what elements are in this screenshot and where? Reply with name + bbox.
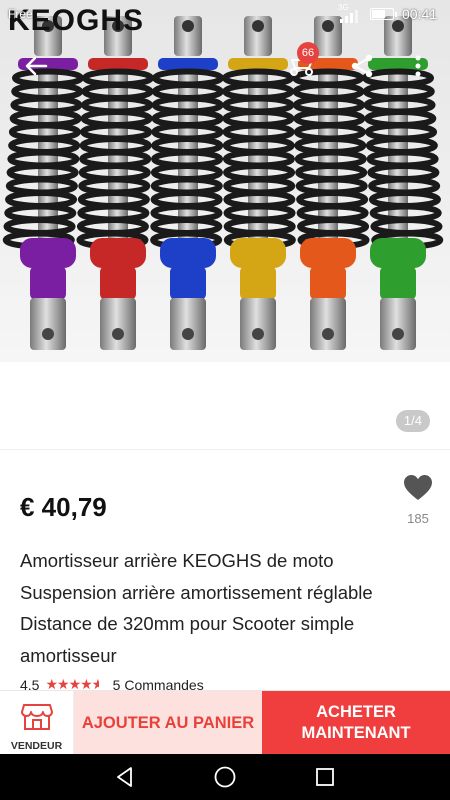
shock-lower-collar [100,266,136,300]
wishlist-count: 185 [407,511,429,526]
wishlist-button[interactable]: 185 [398,474,438,534]
shock-lower-collar [380,266,416,300]
shock-adjuster [160,238,216,268]
shock-clevis [380,298,416,350]
shock-adjuster [20,238,76,268]
vendor-label: VENDEUR [10,740,63,752]
signal-icon [340,10,358,23]
shock-lower-collar [310,266,346,300]
shock-adjuster [230,238,286,268]
shock-lower-collar [170,266,206,300]
heart-icon[interactable] [403,474,433,502]
nav-recents-icon[interactable] [313,765,337,789]
shock-clevis [310,298,346,350]
shock-bottom-hole [392,328,404,340]
shock-adjuster [90,238,146,268]
cart-count-badge: 66 [297,42,319,64]
clock: 00:41 [402,6,438,22]
nav-back-icon[interactable] [113,765,137,789]
buy-now-button[interactable]: ACHETER MAINTENANT [262,691,450,755]
shock-bottom-hole [322,328,334,340]
more-vertical-icon[interactable] [408,52,428,80]
product-photo [0,0,450,362]
system-navigation-bar [0,754,450,800]
shock-clevis [170,298,206,350]
share-icon[interactable] [348,52,376,80]
store-icon [20,704,53,730]
shock-adjuster [370,238,426,268]
product-image-gallery[interactable]: KEOGHS 1/4 [0,0,450,450]
back-arrow-icon[interactable] [22,52,50,80]
status-bar: Free 3G 00:41 [0,0,450,28]
nav-home-icon[interactable] [213,765,237,789]
shock-clevis [30,298,66,350]
product-price: € 40,79 [20,492,107,522]
shock-clevis [240,298,276,350]
shock-lower-collar [240,266,276,300]
shock-clevis [100,298,136,350]
shock-top-ring [88,58,148,70]
shock-top-ring [228,58,288,70]
shock-bottom-hole [252,328,264,340]
battery-icon [370,8,397,20]
shock-bottom-hole [182,328,194,340]
purchase-action-bar: VENDEUR AJOUTER AU PANIER ACHETER MAINTE… [0,690,450,755]
carrier-text: Free [8,7,33,21]
shock-top-ring [158,58,218,70]
shock-bottom-hole [112,328,124,340]
product-title: Amortisseur arrière KEOGHS de moto Suspe… [20,550,373,666]
vendor-button[interactable]: VENDEUR [0,691,74,755]
shock-lower-collar [30,266,66,300]
add-to-cart-button[interactable]: AJOUTER AU PANIER [74,691,262,755]
image-lower-area [0,362,450,450]
image-counter: 1/4 [395,410,430,432]
shock-bottom-hole [42,328,54,340]
shock-adjuster [300,238,356,268]
